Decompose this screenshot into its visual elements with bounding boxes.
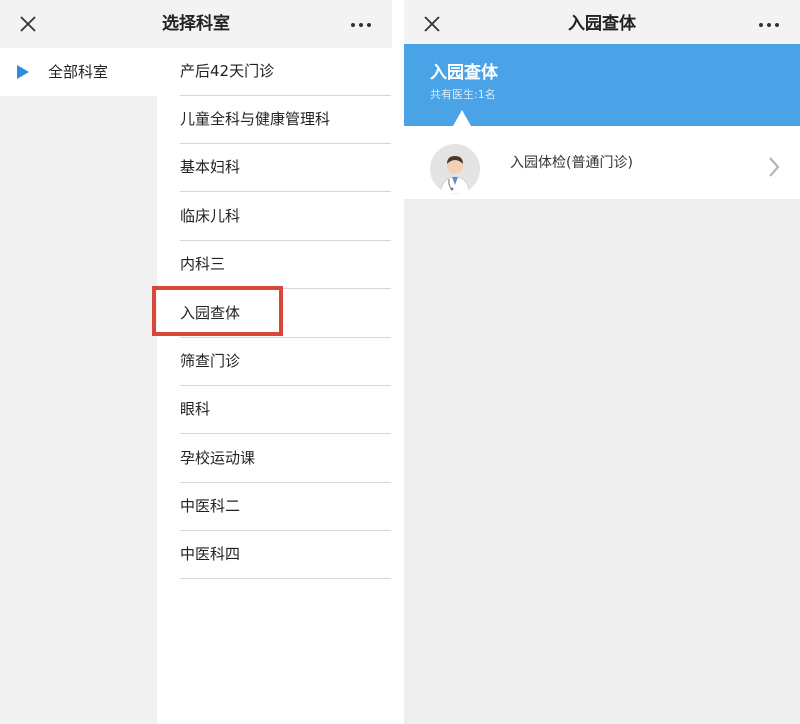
department-label: 中医科四 <box>180 545 241 563</box>
sidebar-item-all-departments[interactable]: 全部科室 <box>0 48 157 96</box>
more-icon[interactable] <box>758 22 780 28</box>
list-item[interactable]: 眼科 <box>180 386 391 434</box>
page-title: 选择科室 <box>162 14 230 34</box>
department-label: 筛查门诊 <box>180 352 241 370</box>
department-list: 产后42天门诊 儿童全科与健康管理科 基本妇科 临床儿科 内科三 入园查体 筛查… <box>157 48 392 724</box>
list-item[interactable]: 产后42天门诊 <box>180 48 391 96</box>
list-item[interactable]: 中医科二 <box>180 483 391 531</box>
department-sidebar: 全部科室 <box>0 48 157 724</box>
list-item[interactable]: 临床儿科 <box>180 193 391 241</box>
page-title: 入园查体 <box>568 14 636 34</box>
chevron-right-icon <box>769 157 780 177</box>
list-item[interactable]: 基本妇科 <box>180 144 391 192</box>
banner-pointer <box>453 110 471 126</box>
department-label: 内科三 <box>180 255 226 273</box>
doctor-avatar-icon <box>430 144 480 194</box>
department-label: 儿童全科与健康管理科 <box>180 110 331 128</box>
department-label: 基本妇科 <box>180 158 241 176</box>
department-label: 中医科二 <box>180 497 241 515</box>
department-label: 产后42天门诊 <box>180 62 275 80</box>
highlight-annotation-box <box>152 286 283 336</box>
more-icon[interactable] <box>350 22 372 28</box>
list-item[interactable]: 内科三 <box>180 241 391 289</box>
doctor-name: 入园体检(普通门诊) <box>510 155 633 171</box>
header-bar: 选择科室 <box>0 0 392 48</box>
department-select-screen: 选择科室 全部科室 产后42天门诊 儿童全科与健康管理科 基本妇科 临床儿科 内… <box>0 0 392 724</box>
department-label: 孕校运动课 <box>180 449 256 467</box>
selected-triangle-icon <box>17 65 29 79</box>
list-item[interactable]: 中医科四 <box>180 531 391 579</box>
department-label: 眼科 <box>180 400 211 418</box>
department-label: 临床儿科 <box>180 207 241 225</box>
list-item[interactable]: 儿童全科与健康管理科 <box>180 96 391 144</box>
header-bar: 入园查体 <box>404 0 800 48</box>
department-title: 入园查体 <box>430 63 498 83</box>
doctor-list-item[interactable]: 入园体检(普通门诊) <box>404 126 800 199</box>
sidebar-item-label: 全部科室 <box>48 63 109 81</box>
list-item[interactable]: 筛查门诊 <box>180 338 391 386</box>
doctor-count: 共有医生:1名 <box>430 88 496 101</box>
department-detail-screen: 入园查体 入园查体 共有医生:1名 入园体检(普通门诊) <box>404 0 800 724</box>
list-item[interactable]: 孕校运动课 <box>180 435 391 483</box>
